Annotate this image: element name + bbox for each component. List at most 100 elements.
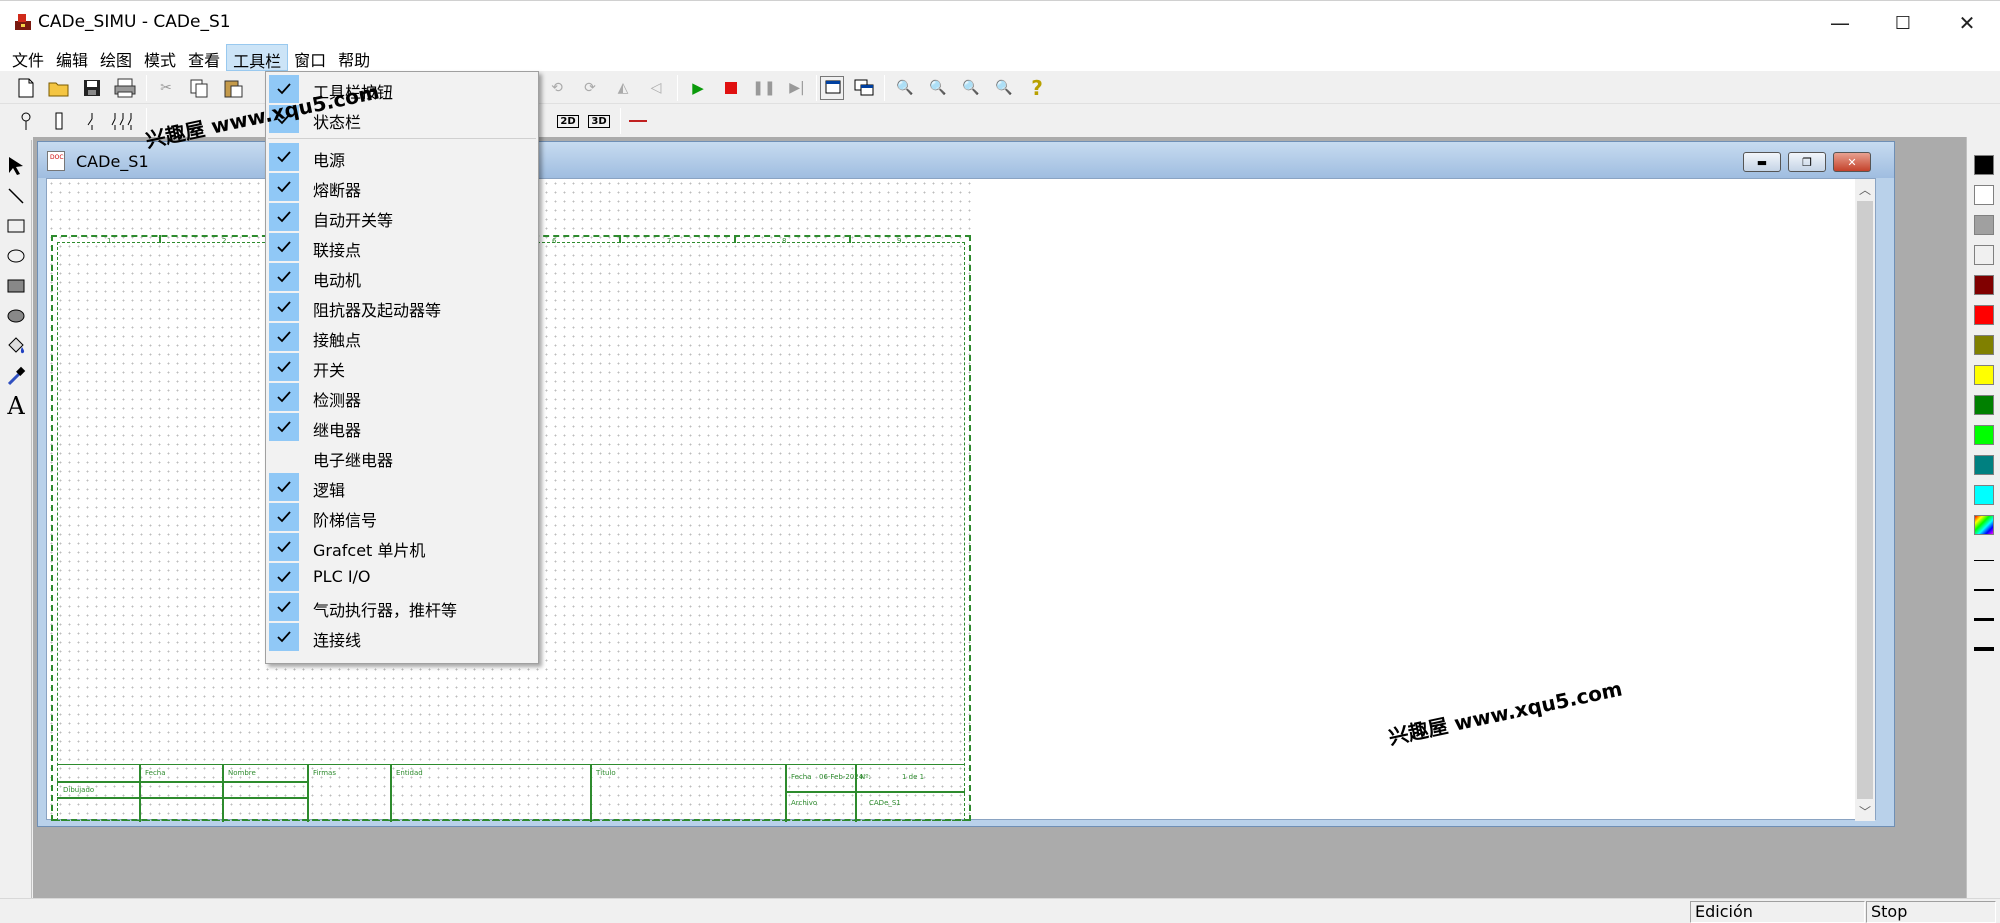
color-swatch-yellow[interactable]: [1974, 365, 1994, 385]
menu-item-grafcet[interactable]: Grafcet 单片机: [266, 532, 538, 562]
cartouche-fecha-value: 06-Feb-2024: [819, 773, 864, 781]
menu-item-circuit-breakers[interactable]: 自动开关等: [266, 202, 538, 232]
color-picker-icon[interactable]: [4, 364, 28, 388]
mirror-horizontal-icon[interactable]: ◁: [644, 76, 668, 100]
cascade-windows-icon[interactable]: [852, 76, 876, 100]
menu-item-plc-io[interactable]: PLC I/O: [266, 562, 538, 592]
color-swatch-dark-green[interactable]: [1974, 395, 1994, 415]
menu-edit[interactable]: 编辑: [50, 44, 94, 71]
menu-item-fuses[interactable]: 熔断器: [266, 172, 538, 202]
simulation-start-icon[interactable]: ▶: [686, 76, 710, 100]
fuse-icon[interactable]: [47, 109, 71, 133]
rotate-left-icon[interactable]: ⟲: [545, 76, 569, 100]
simulation-pause-icon[interactable]: ❚❚: [752, 76, 776, 100]
color-swatch-white[interactable]: [1974, 185, 1994, 205]
color-swatch-dark-red[interactable]: [1974, 275, 1994, 295]
document-minimize-button[interactable]: ▬: [1743, 152, 1781, 172]
color-palette: [1966, 137, 2000, 898]
scrollbar-thumb[interactable]: [1857, 201, 1873, 799]
menu-item-electronic-relays[interactable]: 电子继电器: [266, 442, 538, 472]
minimize-button[interactable]: —: [1810, 1, 1870, 45]
view-3d-button[interactable]: 3D: [586, 109, 612, 133]
multi-switch-icon[interactable]: [110, 109, 140, 133]
new-file-icon[interactable]: [14, 76, 38, 100]
check-icon: [269, 293, 299, 321]
document-close-button[interactable]: ✕: [1833, 152, 1871, 172]
menu-item-connection-lines[interactable]: 连接线: [266, 622, 538, 652]
open-folder-icon[interactable]: [47, 76, 71, 100]
copy-icon[interactable]: [187, 76, 211, 100]
line-width-1[interactable]: [1974, 560, 1994, 561]
scroll-up-icon[interactable]: ︿: [1855, 179, 1875, 199]
menu-item-ladder-signals[interactable]: 阶梯信号: [266, 502, 538, 532]
simulation-stop-icon[interactable]: [719, 76, 743, 100]
switch-icon[interactable]: [80, 109, 104, 133]
menu-mode[interactable]: 模式: [138, 44, 182, 71]
document-restore-button[interactable]: ❐: [1788, 152, 1826, 172]
rotate-right-icon[interactable]: ⟳: [578, 76, 602, 100]
menu-toolbars[interactable]: 工具栏: [226, 44, 289, 71]
print-icon[interactable]: [113, 76, 137, 100]
filled-rectangle-tool-icon[interactable]: [4, 274, 28, 298]
menu-item-relays[interactable]: 继电器: [266, 412, 538, 442]
menu-item-junctions[interactable]: 联接点: [266, 232, 538, 262]
vertical-scrollbar[interactable]: ︿ ﹀: [1855, 179, 1875, 821]
color-swatch-green[interactable]: [1974, 425, 1994, 445]
view-2d-button[interactable]: 2D: [555, 109, 581, 133]
cut-icon[interactable]: ✂: [154, 76, 178, 100]
line-width-2[interactable]: [1974, 589, 1994, 591]
help-icon[interactable]: ?: [1025, 76, 1049, 100]
color-swatch-olive[interactable]: [1974, 335, 1994, 355]
color-swatch-black[interactable]: [1974, 155, 1994, 175]
new-window-icon[interactable]: [820, 76, 844, 100]
color-swatch-teal[interactable]: [1974, 455, 1994, 475]
filled-ellipse-tool-icon[interactable]: [4, 304, 28, 328]
line-width-3[interactable]: [1974, 618, 1994, 621]
rectangle-tool-icon[interactable]: [4, 214, 28, 238]
wire-tool-icon[interactable]: [626, 109, 650, 133]
menu-item-detectors[interactable]: 检测器: [266, 382, 538, 412]
junction-icon[interactable]: [14, 109, 38, 133]
toolbar-separator: [146, 75, 147, 101]
status-simulation: Stop: [1866, 901, 1996, 923]
zoom-out-icon[interactable]: 🔍: [926, 76, 950, 100]
mirror-icon[interactable]: ◭: [611, 76, 635, 100]
menu-help[interactable]: 帮助: [332, 44, 376, 71]
menu-view[interactable]: 查看: [182, 44, 226, 71]
close-button[interactable]: ✕: [1937, 1, 1997, 45]
menu-item-resistors-starters[interactable]: 阻抗器及起动器等: [266, 292, 538, 322]
zoom-all-icon[interactable]: 🔍: [992, 76, 1016, 100]
menu-item-logic[interactable]: 逻辑: [266, 472, 538, 502]
simulation-step-icon[interactable]: ▶|: [785, 76, 809, 100]
fill-bucket-icon[interactable]: [4, 334, 28, 358]
save-icon[interactable]: [80, 76, 104, 100]
cartouche-dibujado: Dibujado: [63, 786, 95, 794]
color-swatch-light-gray[interactable]: [1974, 245, 1994, 265]
zoom-window-icon[interactable]: 🔍: [959, 76, 983, 100]
menu-item-motors[interactable]: 电动机: [266, 262, 538, 292]
line-tool-icon[interactable]: [4, 184, 28, 208]
menu-file[interactable]: 文件: [6, 44, 50, 71]
select-arrow-icon[interactable]: [4, 154, 28, 178]
color-swatch-gray[interactable]: [1974, 215, 1994, 235]
text-tool-icon[interactable]: A: [4, 392, 28, 420]
menu-item-pneumatic-actuators[interactable]: 气动执行器，推杆等: [266, 592, 538, 622]
menu-draw[interactable]: 绘图: [94, 44, 138, 71]
color-swatch-red[interactable]: [1974, 305, 1994, 325]
scroll-down-icon[interactable]: ﹀: [1855, 801, 1875, 821]
zoom-in-icon[interactable]: 🔍: [893, 76, 917, 100]
line-width-4[interactable]: [1974, 647, 1994, 651]
check-icon: [269, 263, 299, 291]
maximize-button[interactable]: ☐: [1873, 1, 1933, 45]
menu-item-contacts[interactable]: 接触点: [266, 322, 538, 352]
color-swatch-cyan[interactable]: [1974, 485, 1994, 505]
paste-icon[interactable]: [221, 76, 245, 100]
ellipse-tool-icon[interactable]: [4, 244, 28, 268]
menu-item-power-supply[interactable]: 电源: [266, 142, 538, 172]
frame-number: 6: [552, 237, 557, 245]
menu-window[interactable]: 窗口: [288, 44, 332, 71]
check-icon: [269, 233, 299, 261]
menu-item-switches[interactable]: 开关: [266, 352, 538, 382]
custom-color-icon[interactable]: [1974, 515, 1994, 535]
check-icon: [269, 353, 299, 381]
